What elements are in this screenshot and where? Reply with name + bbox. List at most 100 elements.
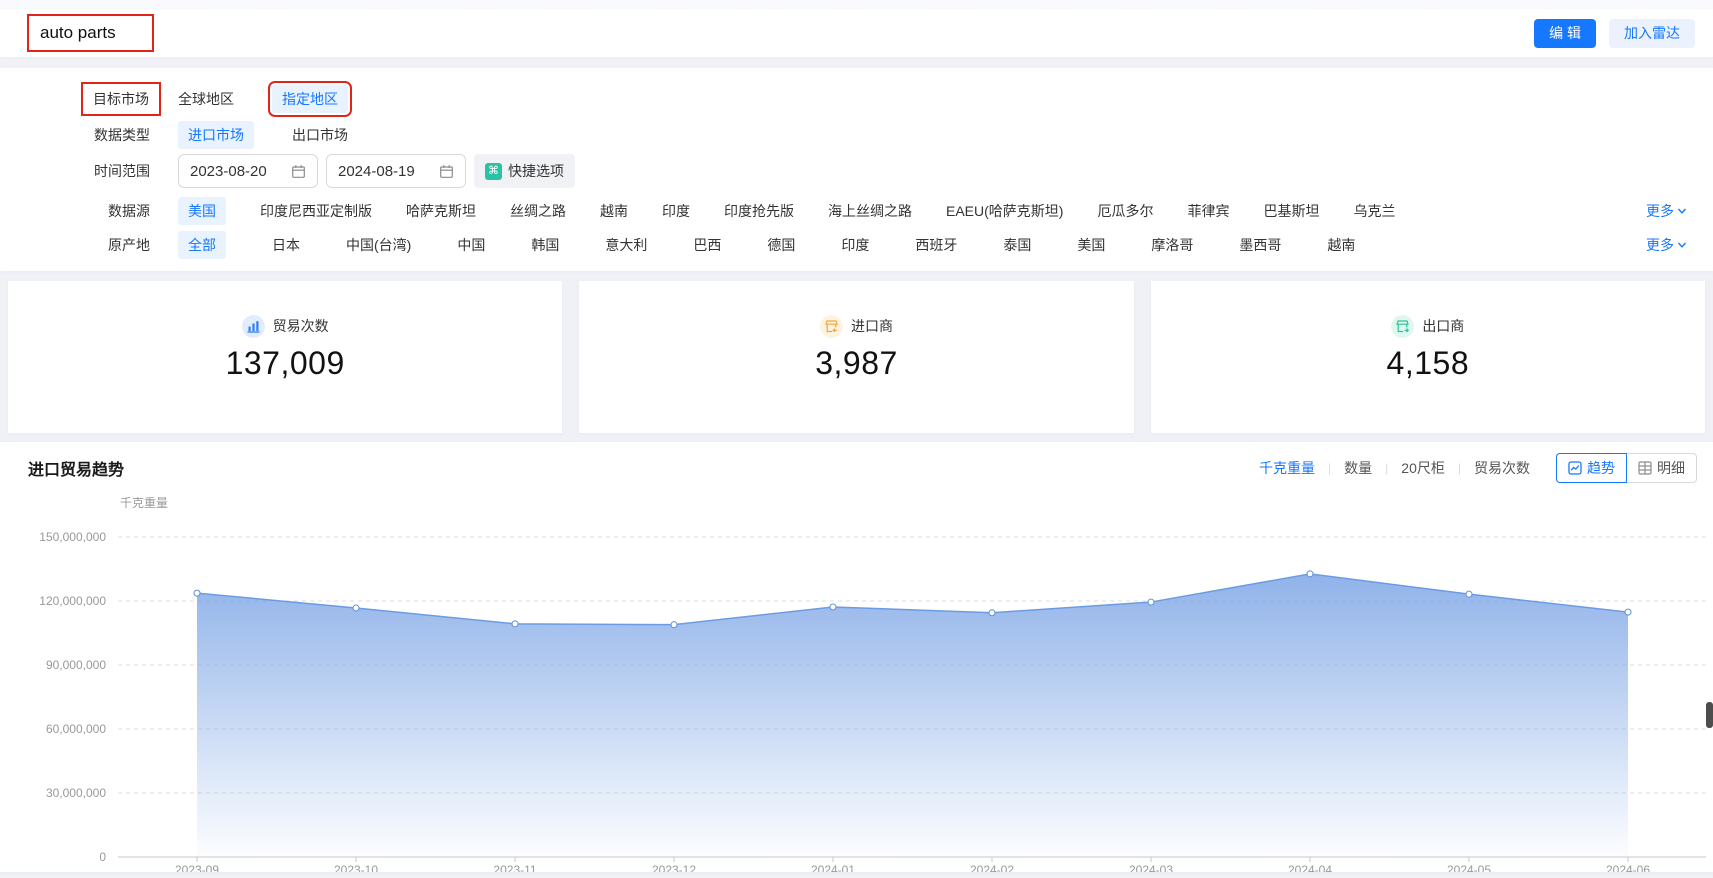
- stat-card-importers: 进口商 3,987: [579, 281, 1133, 433]
- filter-option[interactable]: 美国: [178, 197, 226, 225]
- end-date-value: 2024-08-19: [338, 163, 439, 180]
- filter-panel: 目标市场 全球地区 指定地区 数据类型 进口市场 出口市场 时间范围 2023-08…: [0, 68, 1713, 271]
- edit-button[interactable]: 编 辑: [1534, 19, 1596, 48]
- view-toggle-trend-button[interactable]: 趋势: [1556, 453, 1627, 483]
- command-icon: ⌘: [485, 163, 502, 180]
- metric-tab[interactable]: 20尺柜: [1401, 458, 1445, 478]
- stat-label: 进口商: [851, 316, 893, 336]
- filter-option[interactable]: 哈萨克斯坦: [406, 197, 476, 225]
- trend-title: 进口贸易趋势: [28, 456, 124, 480]
- filter-option[interactable]: 乌克兰: [1353, 197, 1395, 225]
- svg-text:0: 0: [99, 850, 106, 864]
- calendar-icon: [291, 164, 306, 179]
- stat-card-exporters: 出口商 4,158: [1151, 281, 1705, 433]
- origin-label: 原产地: [108, 235, 150, 255]
- filter-option[interactable]: 印度: [662, 197, 690, 225]
- search-query-text: auto parts: [40, 23, 116, 43]
- filter-option[interactable]: 西班牙: [915, 231, 957, 259]
- x-axis-labels: 2023-092023-102023-112023-122024-012024-…: [175, 863, 1650, 872]
- table-icon: [1638, 461, 1652, 475]
- filter-option[interactable]: 意大利: [605, 231, 647, 259]
- calendar-icon: [439, 164, 454, 179]
- filter-option[interactable]: EAEU(哈萨克斯坦): [946, 197, 1063, 225]
- filter-row-time-range: 时间范围 2023-08-20 2024-08-19: [26, 154, 1687, 188]
- origin-label-cell: 原产地: [26, 235, 150, 255]
- metric-tabs: 千克重量|数量|20尺柜|贸易次数: [1259, 458, 1530, 478]
- time-range-controls: 2023-08-20 2024-08-19 ⌘: [178, 154, 1687, 188]
- filter-option[interactable]: 巴基斯坦: [1263, 197, 1319, 225]
- more-label: 更多: [1646, 235, 1674, 255]
- filter-option[interactable]: 摩洛哥: [1151, 231, 1193, 259]
- svg-text:2024-02: 2024-02: [970, 863, 1014, 872]
- svg-text:2024-06: 2024-06: [1606, 863, 1650, 872]
- more-link[interactable]: 更多: [1646, 235, 1687, 255]
- filter-option[interactable]: 厄瓜多尔: [1097, 197, 1153, 225]
- filter-option[interactable]: 海上丝绸之路: [828, 197, 912, 225]
- filter-option[interactable]: 菲律宾: [1187, 197, 1229, 225]
- scrollbar-thumb[interactable]: [1706, 702, 1713, 728]
- svg-text:90,000,000: 90,000,000: [46, 658, 106, 672]
- add-to-radar-button[interactable]: 加入雷达: [1609, 19, 1695, 48]
- bar-chart-icon: [242, 315, 265, 338]
- stat-label: 出口商: [1422, 316, 1464, 336]
- x-axis-ticks: [197, 857, 1628, 862]
- trend-header: 进口贸易趋势 千克重量|数量|20尺柜|贸易次数 趋势 明细: [0, 442, 1713, 488]
- metric-tab[interactable]: 数量: [1344, 458, 1372, 478]
- target-market-options: 全球地区 指定地区: [178, 85, 1687, 113]
- start-date-input[interactable]: 2023-08-20: [178, 154, 318, 188]
- metric-tab[interactable]: 贸易次数: [1474, 458, 1530, 478]
- more-link[interactable]: 更多: [1646, 201, 1687, 221]
- view-toggle-detail-button[interactable]: 明细: [1627, 453, 1697, 483]
- filter-option[interactable]: 印度尼西亚定制版: [260, 197, 372, 225]
- stat-card-trade-count: 贸易次数 137,009: [8, 281, 562, 433]
- filter-option[interactable]: 越南: [600, 197, 628, 225]
- filter-option[interactable]: 中国: [457, 231, 485, 259]
- filter-option[interactable]: 韩国: [531, 231, 559, 259]
- trend-controls: 千克重量|数量|20尺柜|贸易次数 趋势 明细: [1259, 453, 1697, 483]
- search-query-box[interactable]: auto parts: [27, 14, 154, 52]
- stat-cards-row: 贸易次数 137,009 进口商 3,987: [0, 281, 1713, 433]
- import-trend-section: 进口贸易趋势 千克重量|数量|20尺柜|贸易次数 趋势 明细 03: [0, 442, 1713, 872]
- metric-separator: |: [1328, 461, 1331, 475]
- svg-text:2023-10: 2023-10: [334, 863, 378, 872]
- data-source-label-cell: 数据源: [26, 201, 150, 221]
- filter-option[interactable]: 中国(台湾): [346, 231, 411, 259]
- quick-options-button[interactable]: ⌘ 快捷选项: [474, 154, 575, 188]
- svg-text:60,000,000: 60,000,000: [46, 722, 106, 736]
- filter-option[interactable]: 丝绸之路: [510, 197, 566, 225]
- filter-option[interactable]: 指定地区: [272, 85, 348, 113]
- stat-value: 137,009: [226, 345, 345, 382]
- metric-separator: |: [1385, 461, 1388, 475]
- filter-option[interactable]: 巴西: [693, 231, 721, 259]
- data-source-label: 数据源: [108, 201, 150, 221]
- filter-option[interactable]: 越南: [1327, 231, 1355, 259]
- target-market-label-cell: 目标市场: [26, 82, 150, 116]
- filter-option[interactable]: 泰国: [1003, 231, 1031, 259]
- filter-row-data-source: 数据源 美国 印度尼西亚定制版 哈萨克斯坦 丝绸之路 越南 印度 印度抢先版 海上丝绸之路 EA…: [26, 196, 1687, 226]
- filter-option[interactable]: 全球地区: [178, 85, 234, 113]
- y-axis-unit-label: 千克重量: [120, 496, 168, 510]
- filter-option[interactable]: 全部: [178, 231, 226, 259]
- svg-text:2024-03: 2024-03: [1129, 863, 1173, 872]
- filter-option[interactable]: 印度: [841, 231, 869, 259]
- filter-option[interactable]: 美国: [1077, 231, 1105, 259]
- svg-text:2024-04: 2024-04: [1288, 863, 1332, 872]
- filter-option[interactable]: 进口市场: [178, 121, 254, 149]
- svg-text:2024-05: 2024-05: [1447, 863, 1491, 872]
- data-type-options: 进口市场 出口市场: [178, 121, 1687, 149]
- filter-option[interactable]: 德国: [767, 231, 795, 259]
- filter-option[interactable]: 墨西哥: [1239, 231, 1281, 259]
- area-fill: [197, 574, 1628, 857]
- quick-options-label: 快捷选项: [508, 161, 564, 181]
- filter-option[interactable]: 出口市场: [292, 121, 348, 149]
- more-label: 更多: [1646, 201, 1674, 221]
- filter-option[interactable]: 日本: [272, 231, 300, 259]
- end-date-input[interactable]: 2024-08-19: [326, 154, 466, 188]
- metric-tab[interactable]: 千克重量: [1259, 458, 1315, 478]
- svg-text:150,000,000: 150,000,000: [39, 530, 106, 544]
- y-axis-labels: 030,000,00060,000,00090,000,000120,000,0…: [39, 530, 106, 864]
- target-market-label: 目标市场: [81, 82, 161, 116]
- data-type-label: 数据类型: [94, 125, 150, 145]
- stat-head: 贸易次数: [242, 315, 329, 338]
- filter-option[interactable]: 印度抢先版: [724, 197, 794, 225]
